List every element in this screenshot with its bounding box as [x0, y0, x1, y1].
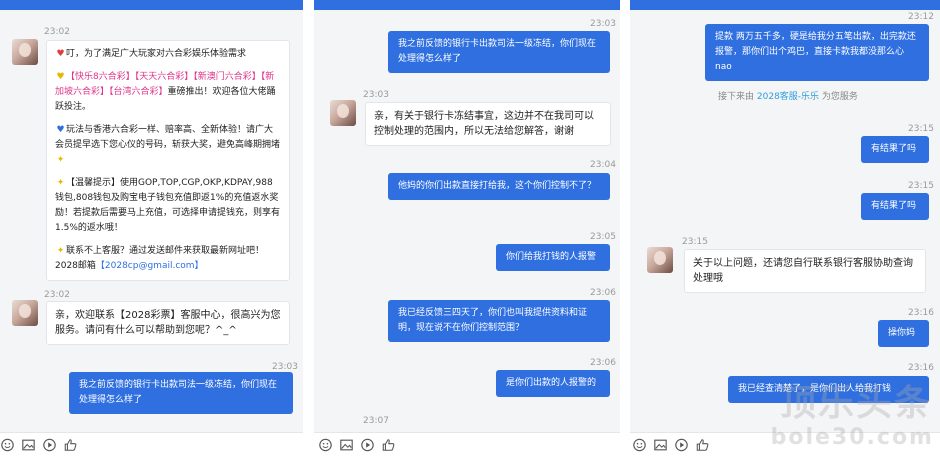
timestamp: 23:15: [908, 124, 934, 134]
video-icon[interactable]: [674, 438, 689, 452]
user-message: 是你们出款的人报警的: [496, 370, 610, 397]
timestamp: 23:03: [363, 90, 389, 100]
image-icon[interactable]: [21, 438, 36, 452]
timestamp: 23:16: [908, 308, 934, 318]
header-bar: [630, 0, 940, 10]
thumbs-up-icon[interactable]: [695, 438, 710, 452]
input-toolbar: [0, 432, 303, 456]
transfer-text: 为您服务: [821, 92, 858, 102]
promo-line: 玩法与香港六合彩一样、赔率高、全新体验！请广大会员提早选下您心仪的号码，斩获大奖…: [55, 125, 281, 150]
heart-icon: ♥: [56, 125, 65, 135]
heart-icon: ♥: [56, 49, 65, 59]
input-toolbar: [314, 432, 620, 456]
timestamp: 23:02: [44, 27, 70, 37]
timestamp: 23:07: [363, 416, 389, 426]
input-toolbar: [630, 432, 940, 456]
user-message: 提款 两万五千多，硬是给我分五笔出款，出完款还报警，那你们出个鸡巴，直接卡款我都…: [705, 24, 929, 81]
heart-icon: ♥: [56, 72, 65, 82]
agent-avatar: [330, 100, 356, 126]
user-message: 我之前反馈的银行卡出款司法一级冻结，你们现在处理得怎么样了: [69, 372, 293, 414]
user-message: 你们给我打钱的人报警: [496, 244, 610, 271]
agent-avatar: [12, 300, 38, 326]
sparkle-icon: ✦: [56, 246, 65, 256]
chat-panel-3: 23:12 提款 两万五千多，硬是给我分五笔出款，出完款还报警，那你们出个鸡巴，…: [630, 0, 940, 456]
greeting-message: 亲，欢迎联系【2028彩票】客服中心，很高兴为您服务。请问有什么可以帮助到您呢？…: [46, 301, 290, 345]
promo-line: 叮，为了满足广大玩家对六合彩娱乐体验需求: [66, 49, 247, 59]
transfer-text: 接下来由: [718, 92, 755, 102]
timestamp: 23:15: [908, 181, 934, 191]
image-icon[interactable]: [653, 438, 668, 452]
agent-message: 亲，有关于银行卡冻结事宜，这边并不在我司可以控制处理的范围内，所以无法给您解答，…: [365, 102, 611, 146]
video-icon[interactable]: [360, 438, 375, 452]
header-bar: [314, 0, 620, 10]
sparkle-icon: ✦: [56, 155, 65, 165]
thumbs-up-icon[interactable]: [63, 438, 78, 452]
timestamp: 23:05: [590, 232, 616, 242]
agent-avatar: [647, 247, 673, 273]
user-message: 他妈的你们出款直接打给我，这个你们控制不了？: [388, 173, 610, 200]
timestamp: 23:04: [590, 160, 616, 170]
user-message: 我已经反馈三四天了，你们也叫我提供资料和证明，现在说不在你们控制范围？: [388, 300, 610, 342]
timestamp: 23:03: [272, 362, 298, 372]
user-message: 我之前反馈的银行卡出款司法一级冻结，你们现在处理得怎么样了: [388, 31, 610, 73]
timestamp: 23:03: [590, 19, 616, 29]
timestamp: 23:12: [908, 12, 934, 22]
timestamp: 23:06: [590, 358, 616, 368]
emoji-icon[interactable]: [0, 438, 15, 452]
timestamp: 23:02: [44, 290, 70, 300]
emoji-icon[interactable]: [632, 438, 647, 452]
video-icon[interactable]: [42, 438, 57, 452]
chat-panel-1: 23:02 ♥叮，为了满足广大玩家对六合彩娱乐体验需求 ♥【快乐8六合彩】【天天…: [0, 0, 303, 456]
timestamp: 23:16: [908, 363, 934, 373]
promo-message: ♥叮，为了满足广大玩家对六合彩娱乐体验需求 ♥【快乐8六合彩】【天天六合彩】【新…: [46, 40, 290, 281]
user-message: 有结果了吗: [861, 193, 929, 220]
emoji-icon[interactable]: [318, 438, 333, 452]
promo-products: 【快乐8六合彩】【天天六合彩】【新澳门六合彩】: [66, 72, 261, 82]
timestamp: 23:06: [590, 288, 616, 298]
agent-name[interactable]: 2028客服-乐乐: [757, 92, 819, 102]
image-icon[interactable]: [339, 438, 354, 452]
agent-avatar: [12, 39, 38, 65]
email-link[interactable]: 【2028cp@gmail.com】: [96, 261, 204, 271]
promo-line: 【温馨提示】使用GOP,TOP,CGP,OKP,KDPAY,988钱包,808钱…: [55, 178, 281, 233]
user-message: 我已经查清楚了，是你们出人给我打钱: [728, 376, 929, 403]
header-bar: [0, 0, 303, 10]
sparkle-icon: ✦: [56, 178, 65, 188]
timestamp: 23:15: [682, 237, 708, 247]
user-message: 有结果了吗: [861, 136, 929, 163]
agent-message: 关于以上问题，还请您自行联系银行客服协助查询处理哦: [684, 249, 926, 293]
chat-panel-2: 23:03 我之前反馈的银行卡出款司法一级冻结，你们现在处理得怎么样了 23:0…: [314, 0, 620, 456]
transfer-notice: 接下来由 2028客服-乐乐 为您服务: [718, 89, 858, 102]
thumbs-up-icon[interactable]: [381, 438, 396, 452]
user-message: 操你妈: [878, 320, 929, 347]
